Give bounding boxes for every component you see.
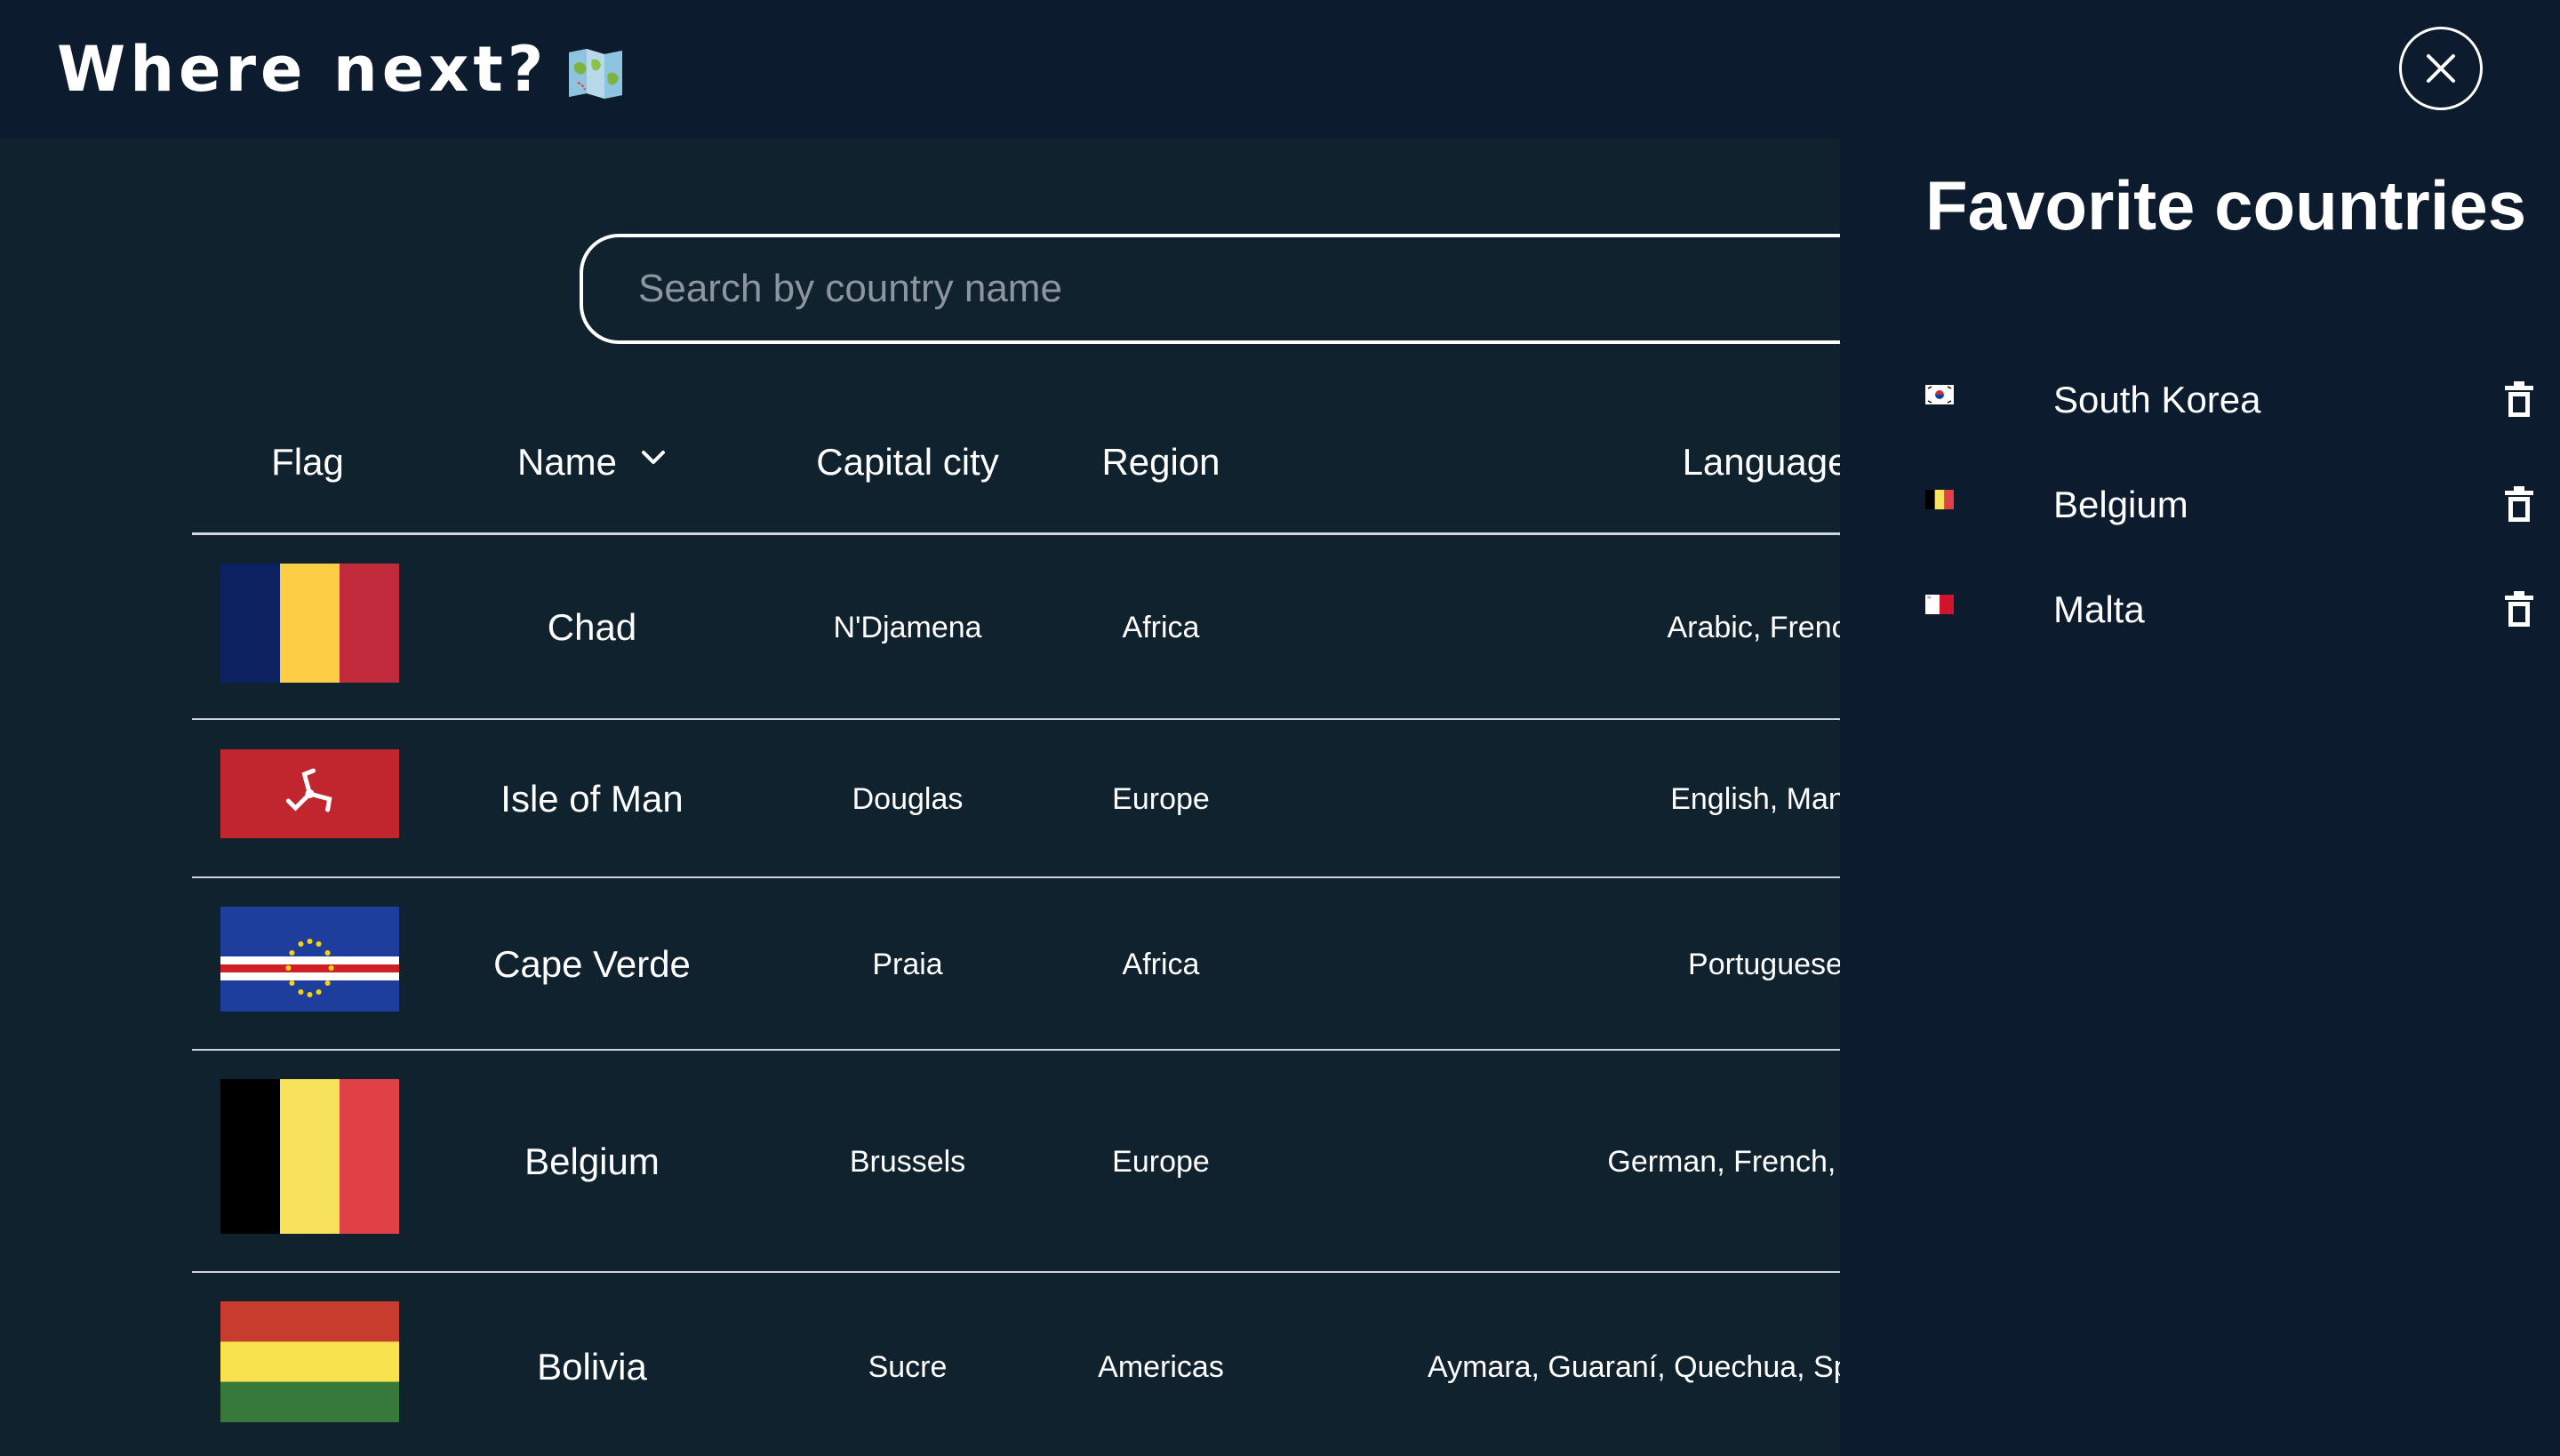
- capital-city: Sucre: [868, 1349, 948, 1384]
- column-capital-label: Capital city: [816, 441, 999, 483]
- chevron-down-icon[interactable]: [640, 444, 667, 471]
- favorite-item[interactable]: Malta: [1925, 579, 2533, 641]
- trash-icon[interactable]: [2503, 484, 2535, 524]
- capital-city: Douglas: [852, 781, 964, 816]
- favorite-label: South Korea: [2053, 379, 2261, 420]
- column-header-flag: Flag: [192, 391, 423, 533]
- region: Africa: [1122, 610, 1200, 644]
- country-name: Chad: [547, 606, 637, 648]
- region: Europe: [1112, 1144, 1210, 1179]
- app-title-text: Where next?: [57, 33, 548, 106]
- column-flag-label: Flag: [271, 441, 344, 483]
- table-row[interactable]: Isle of Man Douglas Europe English, Manx: [192, 720, 1860, 878]
- favorite-item[interactable]: Belgium: [1925, 474, 2533, 536]
- app-title: Where next?: [57, 27, 624, 112]
- language-text: Arabic, French: [1667, 610, 1864, 644]
- belgium-flag: [220, 1079, 399, 1234]
- capital-city: Brussels: [849, 1144, 966, 1179]
- table-row[interactable]: Belgium Brussels Europe German, French, …: [192, 1051, 1924, 1273]
- region: Americas: [1098, 1349, 1224, 1384]
- country-name: Bolivia: [537, 1346, 647, 1388]
- favorites-panel: Favorite countries South Korea Belgium M…: [1840, 139, 2560, 1456]
- column-name-label: Name: [516, 441, 618, 483]
- column-region-label: Region: [1101, 441, 1220, 483]
- close-button[interactable]: [2399, 27, 2483, 110]
- search-box[interactable]: [580, 234, 1840, 344]
- belgium-flag: [1925, 490, 1954, 509]
- table-row[interactable]: Cape Verde Praia Africa Portuguese: [192, 878, 1843, 1051]
- language-text: Portuguese: [1688, 947, 1843, 981]
- table-row[interactable]: Chad N'Djamena Africa Arabic, French: [192, 535, 1864, 720]
- column-header-capital: Capital city: [761, 391, 1054, 533]
- favorite-item[interactable]: South Korea: [1925, 369, 2533, 431]
- country-name: Belgium: [524, 1140, 660, 1182]
- region: Africa: [1122, 947, 1200, 981]
- bolivia-flag: [220, 1301, 399, 1422]
- search-input[interactable]: [638, 237, 1794, 340]
- language: Aymara, Guaraní, Quechua, Spar: [1428, 1273, 1840, 1456]
- capital-city: N'Djamena: [833, 610, 982, 644]
- favorites-title: Favorite countries: [1925, 166, 2527, 244]
- region: Europe: [1112, 781, 1210, 816]
- column-header-name[interactable]: Name: [423, 391, 761, 533]
- country-name: Cape Verde: [493, 943, 691, 985]
- cape-verde-flag: [220, 907, 399, 1012]
- folded-map-icon: [567, 43, 624, 99]
- country-name: Isle of Man: [500, 778, 684, 820]
- malta-flag: [1925, 595, 1954, 614]
- isle-of-man-flag: [220, 749, 399, 838]
- column-header-language: Language: [1268, 391, 1849, 533]
- trash-icon[interactable]: [2503, 589, 2535, 628]
- trash-icon[interactable]: [2503, 380, 2535, 419]
- favorite-label: Malta: [2053, 588, 2145, 630]
- table-header: Flag Name Capital city Region Language: [192, 391, 1849, 533]
- table-row[interactable]: Bolivia Sucre Americas Aymara, Guaraní, …: [192, 1273, 1840, 1456]
- favorite-label: Belgium: [2053, 484, 2188, 525]
- column-language-label: Language: [1682, 441, 1849, 483]
- chad-flag: [220, 564, 399, 683]
- language-text: Aymara, Guaraní, Quechua, Spar: [1428, 1349, 1840, 1384]
- column-header-region: Region: [1054, 391, 1268, 533]
- south-korea-flag: [1925, 385, 1954, 404]
- top-bar: Where next?: [0, 0, 2560, 139]
- capital-city: Praia: [872, 947, 943, 981]
- close-icon: [2427, 54, 2455, 83]
- language-text: English, Manx: [1670, 781, 1860, 816]
